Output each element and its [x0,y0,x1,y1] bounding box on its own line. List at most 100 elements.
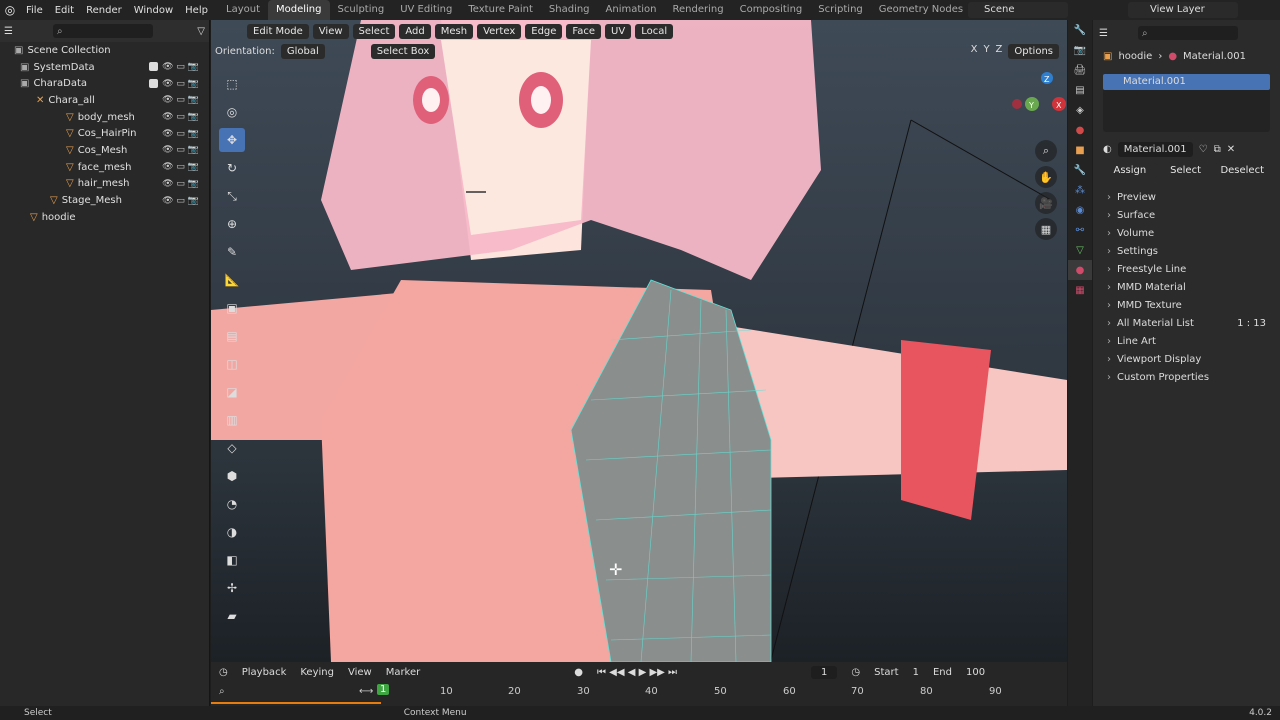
tool-tab-icon[interactable]: 🔧 [1068,20,1092,40]
panel-preview[interactable]: Preview [1093,188,1280,206]
row-toggles[interactable]: 👁 ▭ 📷 [162,129,199,139]
list-item[interactable]: ▣ CharaData 👁 ▭ 📷 [0,75,209,92]
poly-build-tool-icon[interactable]: ⬢ [219,464,245,488]
data-tab-icon[interactable]: ▽ [1068,240,1092,260]
select-button[interactable]: Select [1158,163,1213,178]
menu-view[interactable]: View [312,23,349,39]
menu-vertex[interactable]: Vertex [477,23,522,39]
options-dropdown[interactable]: Options [1008,44,1059,59]
modifier-tab-icon[interactable]: 🔧 [1068,160,1092,180]
shear-tool-icon[interactable]: ▰ [219,604,245,628]
object-tab-icon[interactable]: ■ [1068,140,1092,160]
list-item[interactable]: ▽ hoodie [0,209,209,226]
knife-tool-icon[interactable]: ◇ [219,436,245,460]
tab-sculpting[interactable]: Sculpting [330,0,393,20]
panel-viewport-display[interactable]: Viewport Display [1093,350,1280,368]
physics-tab-icon[interactable]: ◉ [1068,200,1092,220]
blender-logo-icon[interactable]: ◎ [0,0,20,20]
inset-tool-icon[interactable]: ◫ [219,352,245,376]
menu-window[interactable]: Window [128,5,179,16]
smooth-tool-icon[interactable]: ◑ [219,520,245,544]
transform-orientation-dropdown[interactable]: Local [635,23,674,39]
texture-tab-icon[interactable]: ▦ [1068,280,1092,300]
panel-line-art[interactable]: Line Art [1093,332,1280,350]
list-item[interactable]: ▽ Stage_Mesh 👁 ▭ 📷 [0,192,209,209]
properties-search-input[interactable]: ⌕ [1137,26,1238,40]
select-tool-icon[interactable]: ⬚ [219,72,245,96]
particles-tab-icon[interactable]: ⁂ [1068,180,1092,200]
tab-shading[interactable]: Shading [541,0,598,20]
menu-help[interactable]: Help [179,5,214,16]
fake-user-icon[interactable]: ♡ [1199,144,1208,155]
axis-y-toggle[interactable]: Y [983,44,989,59]
editor-type-icon[interactable]: ◷ [219,667,228,678]
row-toggles[interactable]: 👁 ▭ 📷 [162,179,199,189]
pan-hand-icon[interactable]: ✋ [1035,166,1057,188]
panel-freestyle-line[interactable]: Freestyle Line [1093,260,1280,278]
tab-animation[interactable]: Animation [598,0,665,20]
add-cube-tool-icon[interactable]: ▣ [219,296,245,320]
marker-menu[interactable]: Marker [386,667,421,678]
current-frame-field[interactable]: 1 [811,665,838,679]
panel-surface[interactable]: Surface [1093,206,1280,224]
outliner-search-input[interactable]: ⌕ [52,24,153,38]
deselect-button[interactable]: Deselect [1214,163,1271,178]
list-item[interactable]: ▽ face_mesh 👁 ▭ 📷 [0,159,209,176]
editor-type-icon[interactable]: ☰ [4,26,13,37]
tab-uv-editing[interactable]: UV Editing [392,0,460,20]
panel-mmd-texture[interactable]: MMD Texture [1093,296,1280,314]
tab-scripting[interactable]: Scripting [810,0,870,20]
material-tab-icon[interactable]: ● [1068,260,1092,280]
axis-gizmo[interactable]: Z Y X [997,68,1067,128]
transform-tool-icon[interactable]: ⊕ [219,212,245,236]
loop-cut-tool-icon[interactable]: ▥ [219,408,245,432]
menu-file[interactable]: File [20,5,49,16]
axis-z-toggle[interactable]: Z [996,44,1003,59]
duplicate-icon[interactable]: ⧉ [1214,144,1221,155]
filter-icon[interactable]: ▽ [197,26,205,37]
playback-menu[interactable]: Playback [242,667,287,678]
orientation-dropdown[interactable]: Global [280,44,325,59]
menu-mesh[interactable]: Mesh [434,23,474,39]
menu-edit[interactable]: Edit [49,5,80,16]
rotate-tool-icon[interactable]: ↻ [219,156,245,180]
panel-settings[interactable]: Settings [1093,242,1280,260]
scene-tab-icon[interactable]: ◈ [1068,100,1092,120]
material-slot-item[interactable]: Material.001 [1103,74,1270,90]
tab-layout[interactable]: Layout [218,0,268,20]
playback-controls[interactable]: ⏮ ◀◀ ◀ ▶ ▶▶ ⏭ [597,667,677,678]
menu-select[interactable]: Select [352,23,396,39]
menu-add[interactable]: Add [399,23,431,39]
menu-render[interactable]: Render [80,5,128,16]
material-browse-icon[interactable]: ◐ [1103,144,1112,155]
axis-x-toggle[interactable]: X [971,44,978,59]
playhead[interactable]: 1 [377,684,390,695]
tab-compositing[interactable]: Compositing [732,0,811,20]
list-item[interactable]: ✕ Chara_all 👁 ▭ 📷 [0,92,209,109]
3d-viewport[interactable]: Edit Mode View Select Add Mesh Vertex Ed… [211,20,1067,662]
row-toggles[interactable]: 👁 ▭ 📷 [162,112,199,122]
measure-tool-icon[interactable]: 📐 [219,268,245,292]
camera-icon[interactable]: 🎥 [1035,192,1057,214]
list-item[interactable]: ▣ SystemData 👁 ▭ 📷 [0,59,209,76]
list-item[interactable]: ▽ hair_mesh 👁 ▭ 📷 [0,176,209,193]
panel-all-material-list[interactable]: All Material List 1 : 13 [1093,314,1280,332]
menu-face[interactable]: Face [566,23,602,39]
end-frame-field[interactable]: 100 [966,667,985,678]
view-layer-selector[interactable]: View Layer [1128,2,1238,18]
cursor-tool-icon[interactable]: ◎ [219,100,245,124]
world-tab-icon[interactable]: ● [1068,120,1092,140]
panel-custom-properties[interactable]: Custom Properties [1093,368,1280,386]
scene-selector[interactable]: Scene [968,2,1068,18]
menu-edge[interactable]: Edge [525,23,563,39]
panel-volume[interactable]: Volume [1093,224,1280,242]
shrink-tool-icon[interactable]: ✢ [219,576,245,600]
row-toggles[interactable]: 👁 ▭ 📷 [162,145,199,155]
list-item[interactable]: ▽ body_mesh 👁 ▭ 📷 [0,109,209,126]
annotate-tool-icon[interactable]: ✎ [219,240,245,264]
unlink-icon[interactable]: ✕ [1227,144,1235,155]
panel-mmd-material[interactable]: MMD Material [1093,278,1280,296]
keying-menu[interactable]: Keying [300,667,334,678]
output-tab-icon[interactable]: 🖨 [1068,60,1092,80]
row-toggles[interactable]: 👁 ▭ 📷 [162,196,199,206]
